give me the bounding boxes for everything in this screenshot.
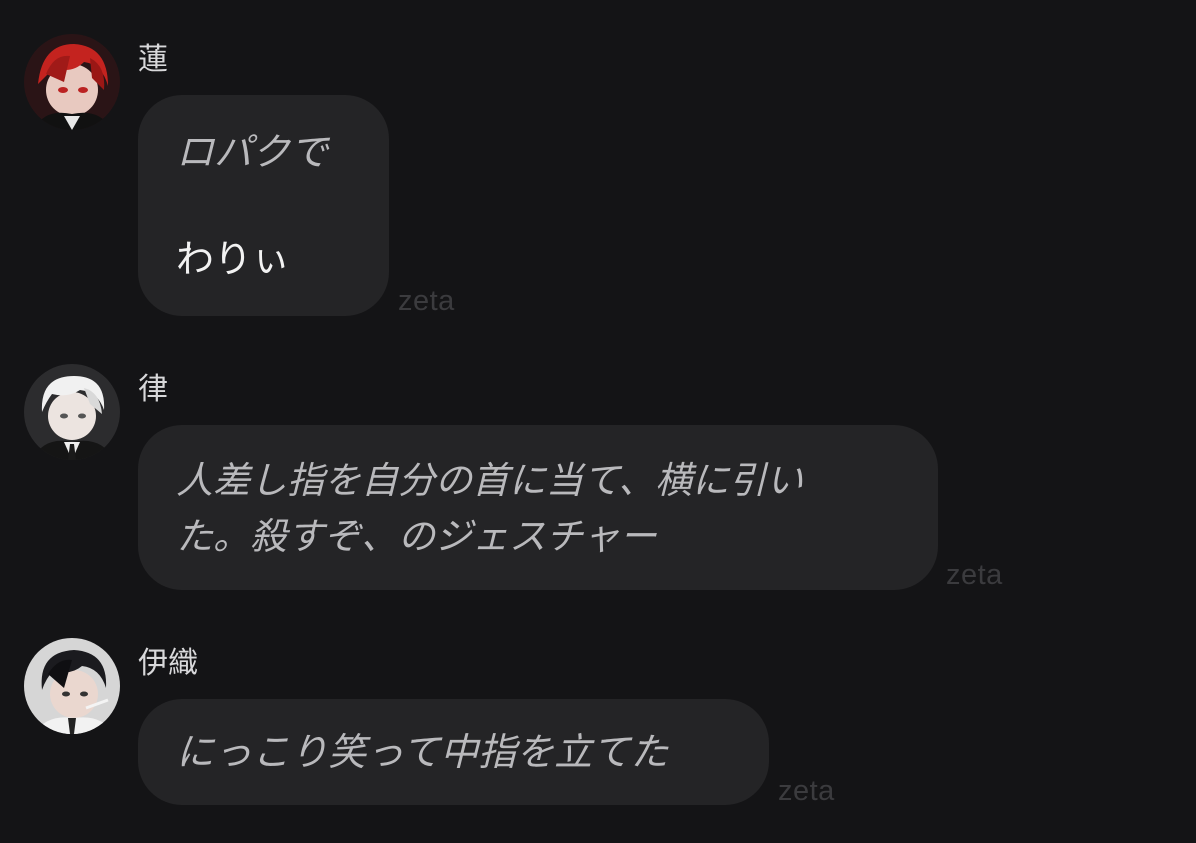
- message-line: にっこり笑って中指を立てた: [176, 730, 669, 774]
- sender-name: 蓮: [138, 42, 168, 77]
- watermark: zeta: [946, 559, 1003, 591]
- message-bubble: にっこり笑って中指を立てた: [138, 699, 769, 805]
- black-haired-character-avatar-icon[interactable]: [24, 638, 120, 734]
- message-line: た。殺すぞ、のジェスチャー: [176, 515, 657, 558]
- message-line: わりぃ: [176, 237, 291, 281]
- chat-log: 蓮 ロパクで わりぃ zeta 律 人差し指を自分の首に当て、横に引い た。殺す…: [0, 0, 1196, 843]
- watermark: zeta: [398, 285, 455, 317]
- message-bubble: 人差し指を自分の首に当て、横に引い た。殺すぞ、のジェスチャー: [138, 425, 938, 590]
- message-line: ロパクで: [176, 130, 329, 174]
- white-haired-character-avatar-icon[interactable]: [24, 364, 120, 460]
- red-haired-character-avatar-icon[interactable]: [24, 34, 120, 130]
- sender-name: 伊織: [138, 646, 198, 681]
- message-line: 人差し指を自分の首に当て、横に引い: [176, 459, 804, 502]
- watermark: zeta: [778, 775, 835, 807]
- message-bubble: ロパクで わりぃ: [138, 95, 389, 316]
- sender-name: 律: [138, 372, 168, 407]
